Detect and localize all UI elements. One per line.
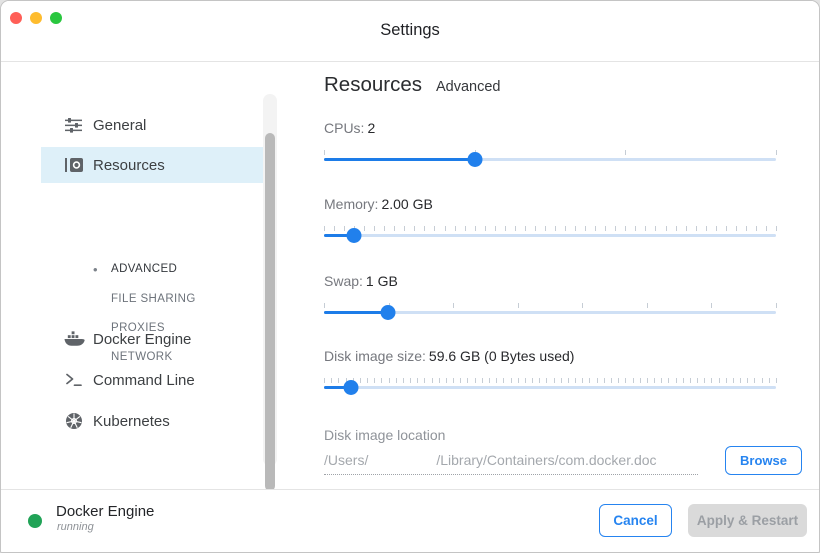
memory-section: Memory:2.00 GB <box>324 196 776 246</box>
sidebar: General Resources • ADVANCED FILE SHARIN… <box>1 62 277 489</box>
slider-ticks <box>324 378 776 384</box>
settings-window: Settings General Resources <box>0 0 820 553</box>
disk-location-section: Disk image location <box>324 427 776 443</box>
sidebar-item-label: General <box>93 117 146 134</box>
slider-fill <box>324 311 388 314</box>
swap-label: Swap: <box>324 273 363 289</box>
path-prefix: /Users/ <box>324 452 368 468</box>
sidebar-item-kubernetes[interactable]: Kubernetes <box>41 405 263 437</box>
page-title: Resources <box>324 73 422 97</box>
slider-fill <box>324 158 475 161</box>
disk-size-label: Disk image size: <box>324 348 426 364</box>
disk-size-value: 59.6 GB (0 Bytes used) <box>429 348 575 364</box>
sidebar-item-label: Docker Engine <box>93 331 191 348</box>
slider-ticks <box>324 226 776 232</box>
disk-size-section: Disk image size:59.6 GB (0 Bytes used) <box>324 348 776 398</box>
resources-icon <box>56 157 92 173</box>
sidebar-item-label: Kubernetes <box>93 413 170 430</box>
sidebar-item-resources[interactable]: Resources <box>41 147 263 183</box>
engine-status-icon <box>28 514 42 528</box>
slider-ticks <box>324 150 776 156</box>
memory-label-row: Memory:2.00 GB <box>324 196 776 212</box>
memory-label: Memory: <box>324 196 378 212</box>
sidebar-scrollbar-track[interactable] <box>263 94 277 466</box>
memory-value: 2.00 GB <box>381 196 432 212</box>
cpus-slider[interactable] <box>324 150 776 170</box>
footer-bar: Docker Engine running Cancel Apply & Res… <box>1 489 819 552</box>
memory-slider[interactable] <box>324 226 776 246</box>
path-suffix: /Library/Containers/com.docker.doc <box>436 452 656 468</box>
sidebar-subitem-advanced[interactable]: • ADVANCED <box>93 260 177 278</box>
terminal-icon <box>56 373 92 387</box>
slider-handle[interactable] <box>347 228 362 243</box>
whale-icon <box>56 331 92 347</box>
disk-location-path[interactable]: /Users/ /Library/Containers/com.docker.d… <box>324 446 698 475</box>
sidebar-item-command-line[interactable]: Command Line <box>41 364 263 396</box>
slider-handle[interactable] <box>381 305 396 320</box>
slider-track[interactable] <box>324 158 776 161</box>
page-subtitle: Advanced <box>436 79 501 95</box>
disk-size-label-row: Disk image size:59.6 GB (0 Bytes used) <box>324 348 776 364</box>
cpus-section: CPUs:2 <box>324 120 776 170</box>
sidebar-item-general[interactable]: General <box>41 109 263 141</box>
tune-icon <box>56 118 92 133</box>
swap-section: Swap:1 GB <box>324 273 776 323</box>
apply-restart-button[interactable]: Apply & Restart <box>688 504 807 537</box>
cpus-label: CPUs: <box>324 120 364 136</box>
swap-label-row: Swap:1 GB <box>324 273 776 289</box>
disk-size-slider[interactable] <box>324 378 776 398</box>
swap-slider[interactable] <box>324 303 776 323</box>
sidebar-subitem-label: FILE SHARING <box>111 293 196 305</box>
main-panel: Resources Advanced CPUs:2 Memory:2.00 GB… <box>277 62 819 489</box>
cpus-value: 2 <box>367 120 375 136</box>
slider-track[interactable] <box>324 386 776 389</box>
window-title: Settings <box>1 21 819 40</box>
slider-track[interactable] <box>324 234 776 237</box>
cpus-label-row: CPUs:2 <box>324 120 776 136</box>
disk-location-row: /Users/ /Library/Containers/com.docker.d… <box>324 446 802 475</box>
title-bar: Settings <box>1 1 819 62</box>
slider-handle[interactable] <box>344 380 359 395</box>
engine-name: Docker Engine <box>56 503 154 520</box>
cancel-button[interactable]: Cancel <box>599 504 672 537</box>
kubernetes-icon <box>56 412 92 430</box>
sidebar-scrollbar-thumb[interactable] <box>265 133 275 491</box>
swap-value: 1 GB <box>366 273 398 289</box>
sidebar-item-docker-engine[interactable]: Docker Engine <box>41 323 263 355</box>
sidebar-subitem-file-sharing[interactable]: FILE SHARING <box>111 290 196 308</box>
browse-button[interactable]: Browse <box>725 446 802 475</box>
page-heading: Resources Advanced <box>324 73 501 97</box>
disk-location-label: Disk image location <box>324 427 776 443</box>
active-bullet-icon: • <box>93 262 111 277</box>
sidebar-subitem-label: ADVANCED <box>111 263 177 275</box>
sidebar-item-label: Resources <box>93 157 165 174</box>
sidebar-item-label: Command Line <box>93 372 195 389</box>
slider-handle[interactable] <box>467 152 482 167</box>
engine-status: running <box>57 521 94 533</box>
